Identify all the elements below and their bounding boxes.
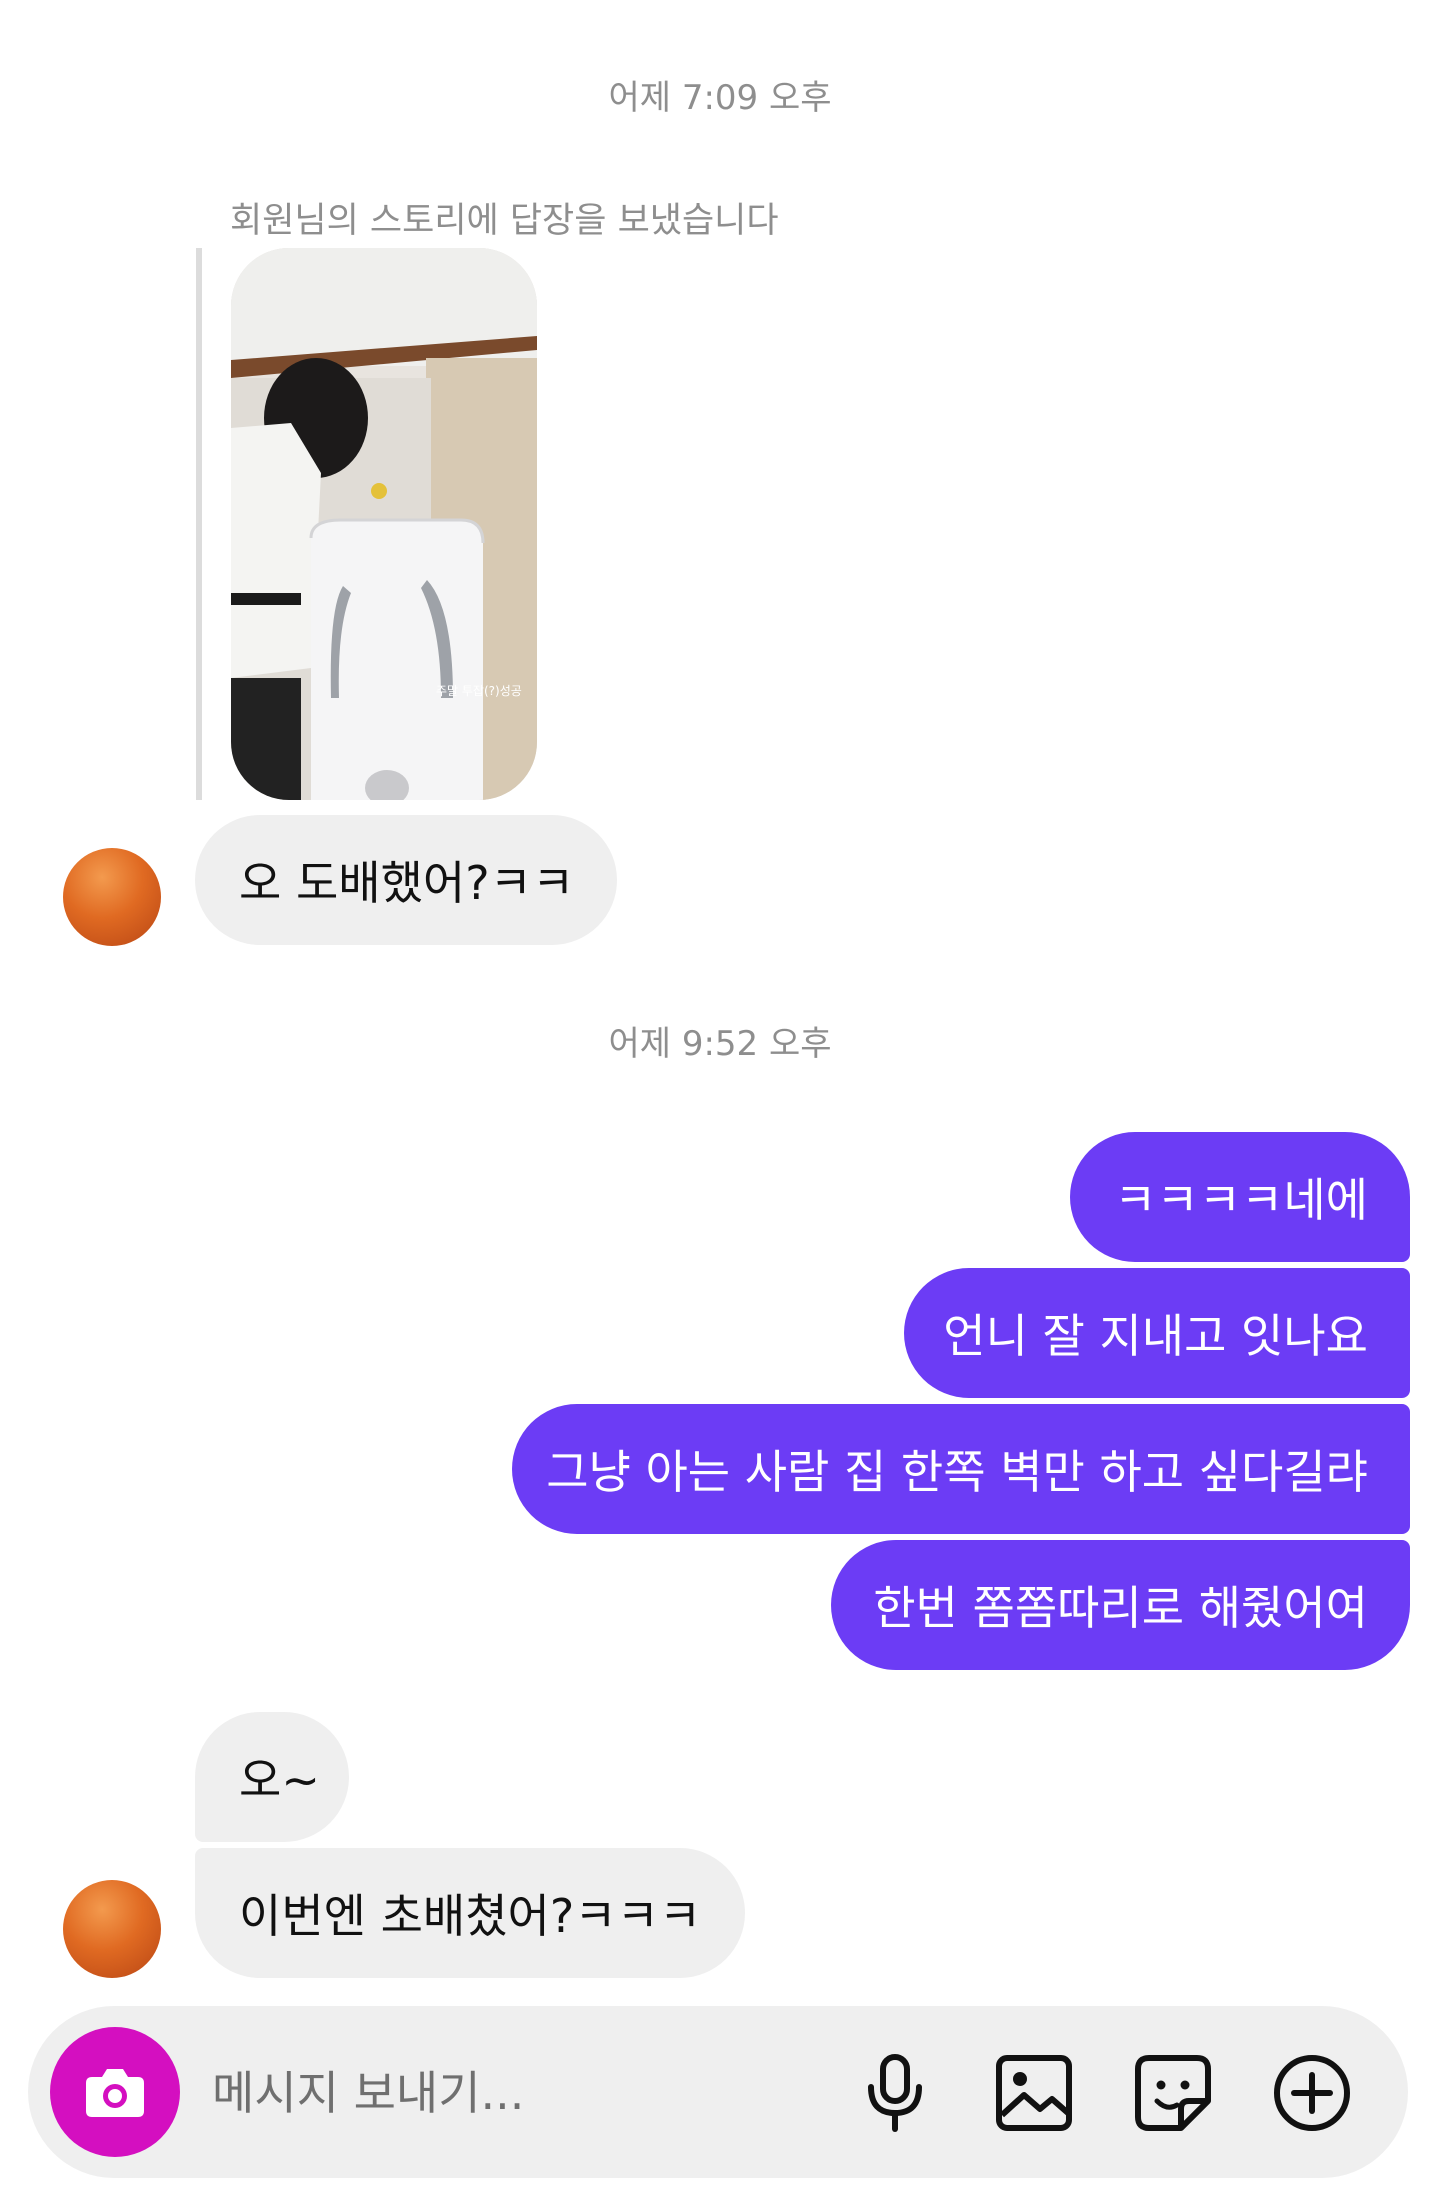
camera-icon — [86, 2069, 144, 2117]
message-bubble-outgoing[interactable]: 한번 쫌쫌따리로 해줬어여 — [831, 1540, 1410, 1670]
message-text: 한번 쫌쫌따리로 해줬어여 — [873, 1581, 1368, 1635]
microphone-icon — [868, 2054, 922, 2132]
message-bubble-outgoing[interactable]: ㅋㅋㅋㅋ네에 — [1070, 1132, 1410, 1262]
avatar[interactable] — [63, 848, 161, 946]
story-photo: 주말 투잡(?)성공 — [231, 248, 537, 800]
message-bubble-outgoing[interactable]: 언니 잘 지내고 잇나요 — [904, 1268, 1410, 1398]
camera-button[interactable] — [50, 2027, 180, 2157]
message-input[interactable] — [210, 2052, 814, 2134]
message-text: 그냥 아는 사람 집 한쪽 벽만 하고 싶다길랴 — [546, 1445, 1368, 1499]
sticker-icon — [1135, 2055, 1211, 2131]
gallery-button[interactable] — [991, 2050, 1077, 2136]
add-icon — [1274, 2055, 1350, 2131]
story-reply-indicator-line — [196, 248, 202, 800]
add-button[interactable] — [1269, 2050, 1355, 2136]
story-reply-caption: 회원님의 스토리에 답장을 보냈습니다 — [230, 201, 779, 241]
message-text: 이번엔 초배쳤어?ㅋㅋㅋ — [239, 1889, 702, 1943]
message-bubble-outgoing[interactable]: 그냥 아는 사람 집 한쪽 벽만 하고 싶다길랴 — [512, 1404, 1410, 1534]
message-text: 언니 잘 지내고 잇나요 — [943, 1309, 1368, 1363]
message-bubble-incoming[interactable]: 이번엔 초배쳤어?ㅋㅋㅋ — [195, 1848, 745, 1978]
message-text: 오 도배했어?ㅋㅋ — [239, 856, 575, 910]
message-bubble-incoming[interactable]: 오 도배했어?ㅋㅋ — [195, 815, 617, 945]
message-text: ㅋㅋㅋㅋ네에 — [1114, 1173, 1368, 1227]
microphone-button[interactable] — [852, 2050, 938, 2136]
story-thumbnail[interactable]: 주말 투잡(?)성공 — [231, 248, 537, 800]
timestamp: 어제 7:09 오후 — [608, 78, 832, 118]
message-bubble-incoming[interactable]: 오~ — [195, 1712, 349, 1842]
timestamp: 어제 9:52 오후 — [608, 1024, 832, 1064]
avatar[interactable] — [63, 1880, 161, 1978]
sticker-button[interactable] — [1130, 2050, 1216, 2136]
story-overlay-text: 주말 투잡(?)성공 — [436, 684, 522, 698]
message-text: 오~ — [239, 1753, 320, 1807]
gallery-icon — [996, 2055, 1072, 2131]
